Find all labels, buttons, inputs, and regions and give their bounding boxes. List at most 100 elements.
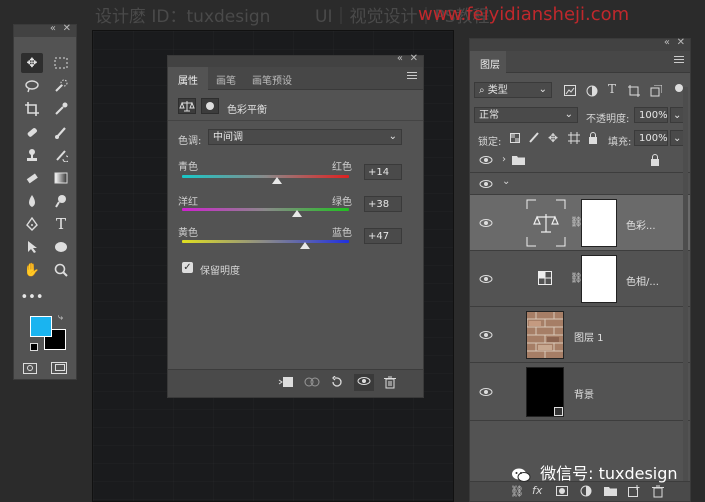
smart-object-filter-icon[interactable] bbox=[650, 84, 663, 100]
magenta-green-slider-thumb[interactable] bbox=[292, 210, 303, 217]
eraser-tool-icon[interactable] bbox=[21, 168, 43, 188]
layer-filter-select[interactable]: ⌕ 类型 ⌄ bbox=[474, 82, 552, 98]
pen-tool-icon[interactable] bbox=[21, 214, 43, 234]
eyedropper-tool-icon[interactable] bbox=[50, 99, 72, 119]
type-filter-icon[interactable]: T bbox=[608, 82, 616, 96]
view-previous-state-icon[interactable] bbox=[304, 376, 320, 391]
opacity-input[interactable]: 100% bbox=[634, 107, 668, 123]
fx-icon[interactable]: fx bbox=[532, 484, 542, 497]
tab-properties[interactable]: 属性 bbox=[178, 72, 198, 87]
chevron-right-icon[interactable]: › bbox=[502, 154, 506, 165]
foreground-color-swatch[interactable] bbox=[30, 316, 52, 337]
toggle-visibility-icon[interactable] bbox=[354, 374, 374, 391]
cyan-red-slider-track[interactable] bbox=[182, 175, 349, 178]
history-brush-tool-icon[interactable] bbox=[50, 145, 72, 165]
lasso-tool-icon[interactable] bbox=[21, 76, 43, 96]
brush-tool-icon[interactable] bbox=[50, 122, 72, 142]
quick-mask-icon[interactable] bbox=[23, 363, 37, 374]
slider-3-value[interactable]: +47 bbox=[364, 228, 402, 244]
blur-tool-icon[interactable] bbox=[21, 191, 43, 211]
path-selection-tool-icon[interactable] bbox=[21, 237, 43, 257]
tab-brush[interactable]: 画笔 bbox=[216, 72, 236, 87]
layer-row-hue-saturation[interactable]: ⛓ 色相/... bbox=[470, 251, 690, 307]
lock-transparent-icon[interactable] bbox=[510, 133, 520, 146]
adjustment-filter-icon[interactable] bbox=[586, 85, 598, 100]
tab-layers[interactable]: 图层 bbox=[480, 56, 500, 71]
fill-input[interactable]: 100% bbox=[634, 130, 668, 146]
layer-name[interactable]: 图层 1 bbox=[574, 329, 604, 344]
healing-brush-tool-icon[interactable] bbox=[21, 122, 43, 142]
visibility-eye-icon[interactable] bbox=[479, 178, 493, 192]
magenta-green-slider-track[interactable] bbox=[182, 208, 349, 211]
shape-filter-icon[interactable] bbox=[628, 85, 640, 100]
chevron-down-icon[interactable]: ⌄ bbox=[502, 176, 510, 187]
move-tool-icon[interactable]: ✥ bbox=[21, 53, 43, 73]
layer-group-row[interactable]: › bbox=[470, 149, 690, 173]
collapse-icon[interactable]: « bbox=[664, 37, 670, 48]
yellow-blue-slider-thumb[interactable] bbox=[299, 242, 310, 249]
lock-image-icon[interactable] bbox=[528, 131, 540, 146]
yellow-blue-slider-track[interactable] bbox=[182, 240, 349, 243]
layer-subgroup-row[interactable]: ⌄ bbox=[470, 173, 690, 195]
clone-stamp-tool-icon[interactable] bbox=[21, 145, 43, 165]
delete-layer-icon[interactable] bbox=[652, 485, 664, 501]
filter-toggle-icon[interactable] bbox=[675, 84, 683, 92]
zoom-tool-icon[interactable] bbox=[50, 260, 72, 280]
default-colors-icon[interactable] bbox=[30, 343, 38, 351]
close-icon[interactable]: ✕ bbox=[410, 53, 418, 64]
hand-tool-icon[interactable]: ✋ bbox=[21, 260, 43, 280]
layer-name[interactable]: 色相/... bbox=[626, 273, 659, 288]
layer-row-background[interactable]: 背景 bbox=[470, 363, 690, 421]
swap-colors-icon[interactable]: ⤷ bbox=[58, 313, 63, 323]
brick-texture-thumbnail[interactable] bbox=[526, 311, 564, 359]
type-tool-icon[interactable]: T bbox=[50, 214, 72, 234]
visibility-eye-icon[interactable] bbox=[479, 273, 493, 287]
lock-position-icon[interactable]: ✥ bbox=[548, 131, 558, 145]
close-icon[interactable]: ✕ bbox=[63, 23, 71, 34]
add-mask-icon[interactable] bbox=[556, 486, 568, 499]
close-icon[interactable]: ✕ bbox=[677, 37, 685, 48]
layer-mask-thumbnail[interactable] bbox=[581, 199, 617, 247]
slider-1-value[interactable]: +14 bbox=[364, 164, 402, 180]
preserve-luminosity-checkbox[interactable]: ✓ bbox=[182, 262, 193, 273]
lock-all-icon[interactable] bbox=[588, 132, 598, 147]
new-group-icon[interactable] bbox=[604, 486, 617, 499]
visibility-eye-icon[interactable] bbox=[479, 217, 493, 231]
new-adjustment-icon[interactable] bbox=[580, 485, 592, 500]
layer-name[interactable]: 背景 bbox=[574, 386, 594, 401]
screen-mode-icon[interactable] bbox=[51, 362, 67, 374]
marquee-tool-icon[interactable] bbox=[50, 53, 72, 73]
layer-mask-thumbnail[interactable] bbox=[581, 255, 617, 303]
link-layers-icon[interactable]: ⛓ bbox=[510, 485, 524, 498]
visibility-eye-icon[interactable] bbox=[479, 154, 493, 168]
reset-icon[interactable] bbox=[330, 375, 344, 391]
trash-icon[interactable] bbox=[384, 376, 396, 392]
layers-tabs: 图层 bbox=[470, 51, 690, 73]
new-layer-icon[interactable] bbox=[628, 485, 640, 500]
blend-mode-select[interactable]: 正常 ⌄ bbox=[474, 107, 578, 123]
dodge-tool-icon[interactable] bbox=[50, 191, 72, 211]
lock-artboard-icon[interactable] bbox=[568, 132, 580, 147]
layer-name[interactable]: 色彩... bbox=[626, 217, 656, 232]
layer-row-layer-1[interactable]: 图层 1 bbox=[470, 307, 690, 363]
collapse-icon[interactable]: « bbox=[50, 23, 56, 34]
panel-menu-icon[interactable] bbox=[674, 56, 684, 65]
shape-tool-icon[interactable] bbox=[50, 237, 72, 257]
panel-menu-icon[interactable] bbox=[407, 72, 417, 81]
more-tools-icon[interactable]: ••• bbox=[21, 287, 44, 307]
clip-to-layer-icon[interactable] bbox=[278, 376, 294, 391]
layer-row-color-balance[interactable]: ⛓ 色彩... bbox=[470, 195, 690, 251]
gradient-tool-icon[interactable] bbox=[50, 168, 72, 188]
collapse-icon[interactable]: « bbox=[397, 53, 403, 64]
mask-icon[interactable] bbox=[201, 98, 219, 114]
visibility-eye-icon[interactable] bbox=[479, 329, 493, 343]
cyan-red-slider-thumb[interactable] bbox=[272, 177, 283, 184]
visibility-eye-icon[interactable] bbox=[479, 386, 493, 400]
quick-select-tool-icon[interactable] bbox=[50, 76, 72, 96]
slider-2-value[interactable]: +38 bbox=[364, 196, 402, 212]
pixel-filter-icon[interactable] bbox=[564, 85, 576, 99]
layers-scrollbar[interactable] bbox=[683, 87, 688, 487]
tone-select[interactable]: 中间调 ⌄ bbox=[208, 129, 402, 145]
tab-brush-presets[interactable]: 画笔预设 bbox=[252, 72, 292, 87]
crop-tool-icon[interactable] bbox=[21, 99, 43, 119]
